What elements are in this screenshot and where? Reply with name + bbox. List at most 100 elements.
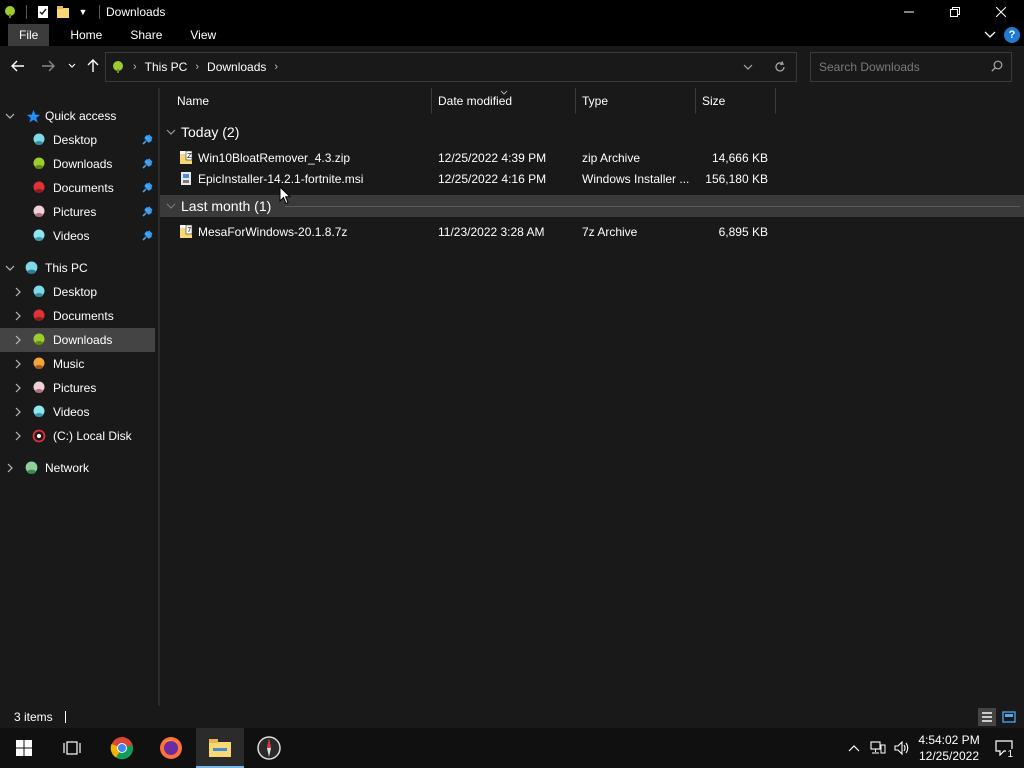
pin-icon[interactable] — [140, 133, 154, 147]
sidebar-item-label: Videos — [53, 229, 90, 243]
properties-icon[interactable] — [35, 4, 51, 20]
quick-access-toolbar: ▼ — [0, 4, 104, 20]
file-type: zip Archive — [582, 151, 641, 165]
breadcrumb-downloads[interactable]: Downloads — [207, 60, 266, 74]
details-view-icon[interactable] — [978, 708, 996, 726]
sidebar-item-network[interactable]: Network — [0, 456, 155, 480]
taskbar: 4:54:02 PM 12/25/2022 1 — [0, 728, 1024, 768]
sidebar-item-label: This PC — [45, 261, 88, 275]
refresh-icon[interactable] — [764, 53, 796, 81]
chevron-down-icon[interactable] — [166, 201, 176, 212]
sidebar-item-desktop[interactable]: Desktop — [0, 280, 155, 304]
chevron-down-icon[interactable] — [4, 262, 16, 274]
chevron-right-icon[interactable] — [12, 334, 24, 346]
chevron-right-icon[interactable] — [12, 406, 24, 418]
column-header-size[interactable]: Size — [696, 88, 776, 114]
network-status-icon[interactable] — [866, 728, 890, 768]
show-hidden-icons-chevron-up-icon[interactable] — [842, 728, 866, 768]
taskbar-compass-app[interactable] — [245, 728, 293, 768]
search-icon[interactable] — [991, 60, 1003, 75]
title-bar: ▼ Downloads — [0, 0, 1024, 24]
sort-ascending-icon — [500, 87, 508, 97]
pictures-icon — [31, 204, 47, 220]
sidebar-item-label: Documents — [53, 181, 114, 195]
status-divider — [64, 711, 66, 723]
chevron-right-icon[interactable] — [4, 462, 16, 474]
new-folder-icon[interactable] — [55, 4, 71, 20]
documents-icon — [31, 308, 47, 324]
sidebar-item-qa-videos[interactable]: Videos — [0, 224, 155, 248]
breadcrumb-separator-icon[interactable]: › — [274, 61, 278, 73]
taskbar-file-explorer[interactable] — [196, 728, 244, 768]
back-button[interactable] — [8, 56, 28, 76]
sidebar-item-qa-pictures[interactable]: Pictures — [0, 200, 155, 224]
sidebar-item-label: Quick access — [45, 109, 117, 123]
breadcrumb-separator-icon[interactable]: › — [133, 61, 137, 73]
item-count: 3 items — [14, 710, 53, 724]
search-input[interactable] — [819, 60, 979, 74]
chevron-right-icon[interactable] — [12, 382, 24, 394]
column-header-name[interactable]: Name — [171, 88, 432, 114]
sidebar-item-local-disk[interactable]: (C:) Local Disk — [0, 424, 155, 448]
address-bar-controls — [732, 53, 796, 81]
forward-button[interactable] — [38, 56, 58, 76]
file-list: Name Date modified Type Size Today (2) Z… — [160, 88, 1024, 706]
sidebar-item-pictures[interactable]: Pictures — [0, 376, 155, 400]
taskbar-firefox[interactable] — [147, 728, 195, 768]
column-header-type[interactable]: Type — [576, 88, 696, 114]
sidebar-item-qa-documents[interactable]: Documents — [0, 176, 155, 200]
table-row[interactable]: Z Win10BloatRemover_4.3.zip 12/25/2022 4… — [160, 148, 1024, 169]
local-disk-icon — [31, 428, 47, 444]
breadcrumb-separator-icon[interactable]: › — [195, 61, 199, 73]
action-center-button[interactable]: 1 — [984, 728, 1024, 768]
sidebar-item-qa-downloads[interactable]: Downloads — [0, 152, 155, 176]
restore-button[interactable] — [932, 0, 978, 24]
sidebar-item-videos[interactable]: Videos — [0, 400, 155, 424]
task-view-button[interactable] — [48, 728, 96, 768]
taskbar-chrome[interactable] — [98, 728, 146, 768]
tab-home[interactable]: Home — [49, 24, 116, 46]
ribbon-tabs: File Home Share View ? — [0, 24, 1024, 46]
taskbar-clock[interactable]: 4:54:02 PM 12/25/2022 — [914, 732, 984, 764]
chevron-right-icon[interactable] — [12, 286, 24, 298]
recent-locations-button[interactable] — [62, 56, 82, 76]
chevron-down-icon[interactable] — [4, 110, 16, 122]
chevron-right-icon[interactable] — [12, 430, 24, 442]
address-bar[interactable]: › This PC › Downloads › — [105, 52, 797, 82]
chevron-right-icon[interactable] — [12, 358, 24, 370]
breadcrumb-this-pc[interactable]: This PC — [145, 60, 188, 74]
search-box[interactable] — [810, 52, 1012, 82]
table-row[interactable]: 7 MesaForWindows-20.1.8.7z 11/23/2022 3:… — [160, 222, 1024, 243]
address-dropdown-icon[interactable] — [732, 53, 764, 81]
sidebar-item-quick-access[interactable]: Quick access — [0, 104, 155, 128]
sidebar-item-qa-desktop[interactable]: Desktop — [0, 128, 155, 152]
sidebar-item-downloads[interactable]: Downloads — [0, 328, 155, 352]
expand-ribbon-icon[interactable] — [984, 28, 996, 42]
chevron-down-icon[interactable] — [166, 127, 176, 138]
up-button[interactable] — [83, 56, 103, 76]
close-button[interactable] — [978, 0, 1024, 24]
sidebar-item-documents[interactable]: Documents — [0, 304, 155, 328]
volume-icon[interactable] — [890, 728, 914, 768]
pin-icon[interactable] — [140, 205, 154, 219]
chrome-icon — [110, 736, 134, 760]
pin-icon[interactable] — [140, 229, 154, 243]
ribbon-right-controls: ? — [984, 24, 1020, 46]
sidebar-item-this-pc[interactable]: This PC — [0, 256, 155, 280]
music-icon — [31, 356, 47, 372]
group-header-today[interactable]: Today (2) — [160, 121, 1024, 143]
large-icons-view-icon[interactable] — [1000, 708, 1018, 726]
tab-view[interactable]: View — [176, 24, 230, 46]
system-tray: 4:54:02 PM 12/25/2022 1 — [842, 728, 1024, 768]
start-button[interactable] — [0, 728, 48, 768]
zip-file-icon: Z — [178, 150, 194, 166]
sidebar-item-music[interactable]: Music — [0, 352, 155, 376]
pin-icon[interactable] — [140, 181, 154, 195]
chevron-right-icon[interactable] — [12, 310, 24, 322]
help-icon[interactable]: ? — [1004, 27, 1020, 43]
customize-toolbar-chevron-icon[interactable]: ▼ — [75, 4, 91, 20]
tab-share[interactable]: Share — [116, 24, 176, 46]
tab-file[interactable]: File — [8, 24, 50, 46]
pin-icon[interactable] — [140, 157, 154, 171]
minimize-button[interactable] — [886, 0, 932, 24]
